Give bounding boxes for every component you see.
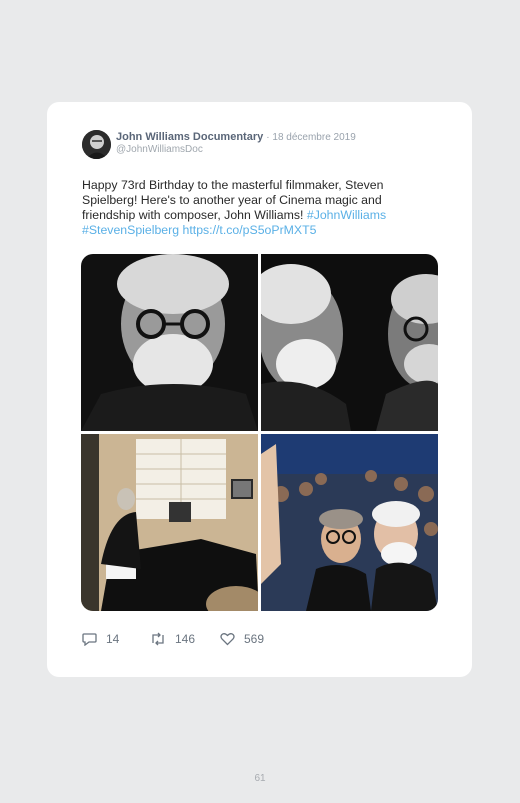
tweet-link[interactable]: https://t.co/pS5oPrMXT5 — [183, 223, 317, 237]
tweet-text: Happy 73rd Birthday to the masterful fil… — [82, 178, 422, 238]
retweet-action[interactable]: 146 — [150, 632, 195, 646]
reply-count: 14 — [106, 632, 120, 646]
photo-portrait-spielberg[interactable] — [81, 254, 258, 431]
photo-williams-and-spielberg-bw[interactable] — [261, 254, 438, 431]
reply-action[interactable]: 14 — [82, 632, 119, 646]
hashtag-johnwilliams[interactable]: #JohnWilliams — [307, 208, 386, 222]
author-name-line: John Williams Documentary · 18 décembre … — [116, 131, 356, 143]
tweet-actions: 14 146 569 — [82, 632, 382, 650]
tweet-date: · 18 décembre 2019 — [266, 132, 356, 143]
page-number: 61 — [254, 773, 266, 784]
photo-williams-at-piano[interactable] — [81, 434, 258, 611]
tweet-header: John Williams Documentary · 18 décembre … — [82, 130, 442, 160]
like-count: 569 — [244, 632, 265, 646]
like-action[interactable]: 569 — [220, 632, 264, 646]
reply-icon — [82, 633, 97, 646]
author-handle[interactable]: @JohnWilliamsDoc — [116, 144, 203, 155]
retweet-count: 146 — [175, 632, 196, 646]
author-name[interactable]: John Williams Documentary — [116, 131, 263, 143]
tweet-card: John Williams Documentary · 18 décembre … — [47, 102, 472, 677]
photo-grid — [81, 254, 438, 611]
hashtag-stevenspielberg[interactable]: #StevenSpielberg — [82, 223, 179, 237]
retweet-icon — [152, 632, 164, 646]
heart-icon — [220, 633, 235, 646]
photo-williams-and-spielberg-event[interactable] — [261, 434, 438, 611]
author-avatar[interactable] — [82, 130, 111, 159]
